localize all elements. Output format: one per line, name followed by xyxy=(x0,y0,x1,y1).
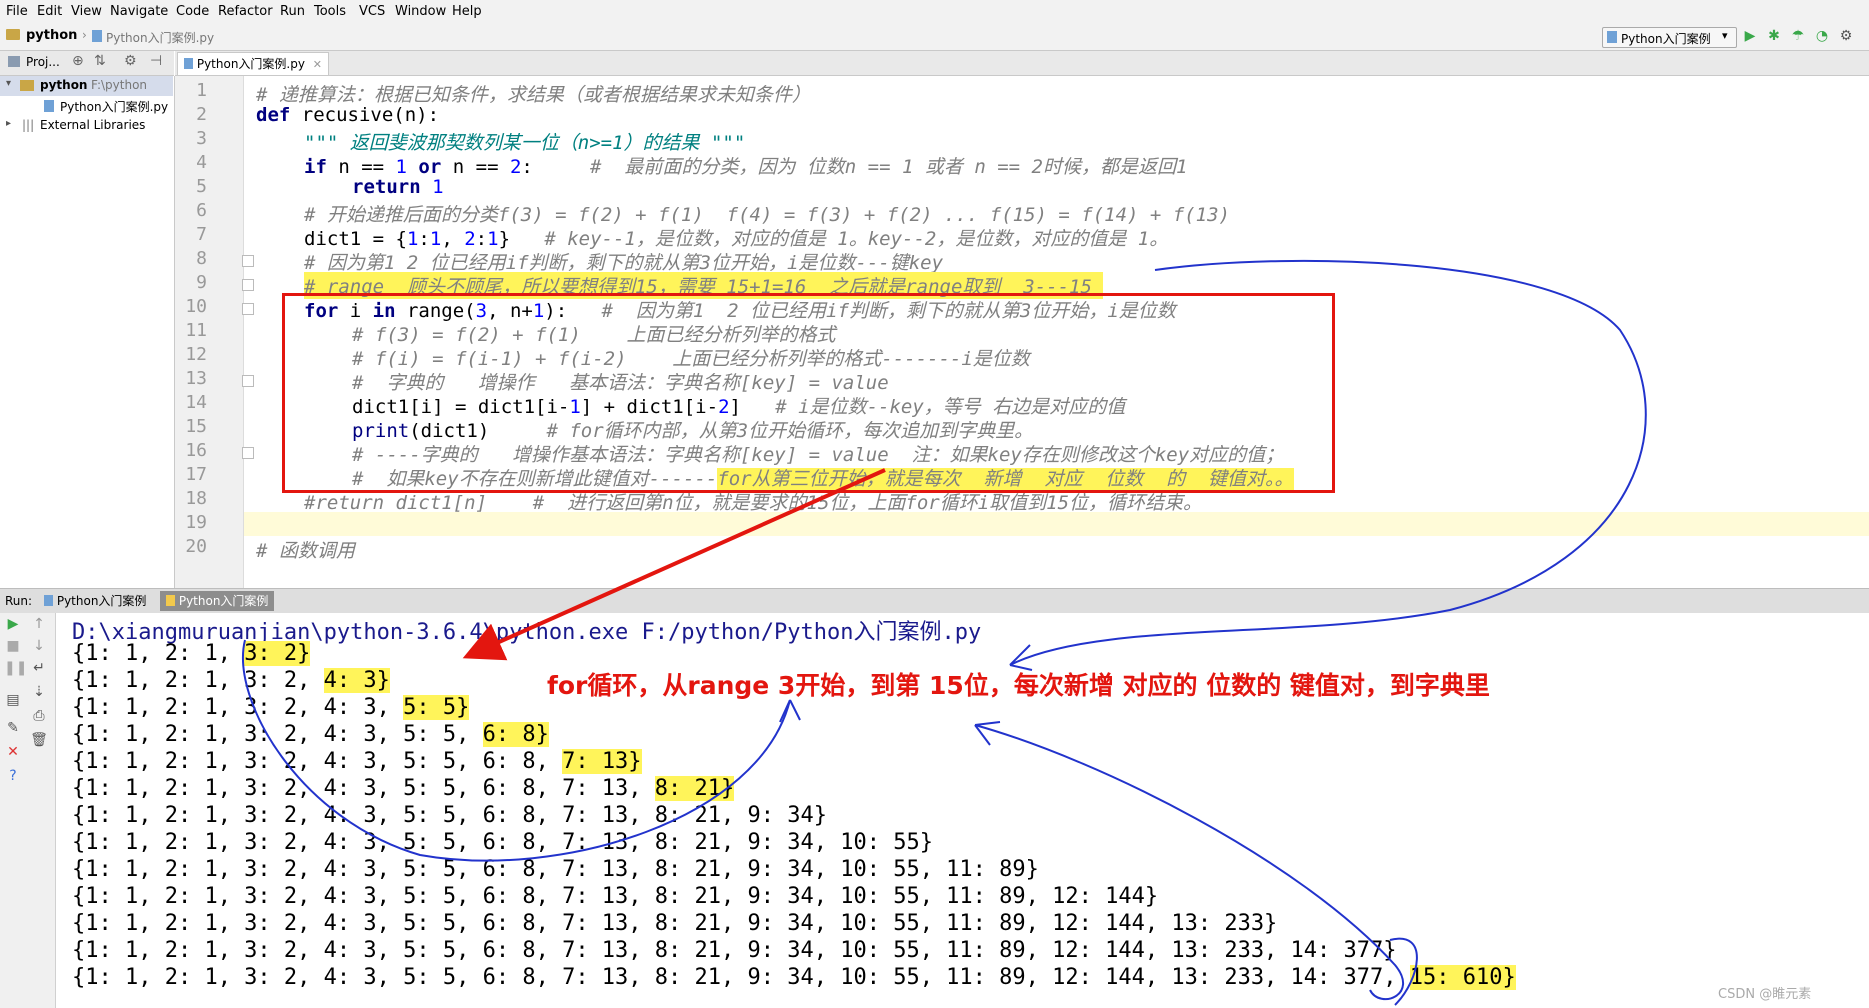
blue-ink-stroke xyxy=(242,639,791,862)
annotation-overlay xyxy=(242,259,1647,1006)
blue-ink-stroke xyxy=(974,721,1001,746)
blue-ink-stroke xyxy=(1009,259,1647,666)
blue-ink-stroke xyxy=(1389,937,1418,1006)
watermark: CSDN @睢元素 xyxy=(1718,987,1812,1002)
blue-ink-stroke xyxy=(974,724,1404,1000)
red-arrow xyxy=(462,468,886,661)
